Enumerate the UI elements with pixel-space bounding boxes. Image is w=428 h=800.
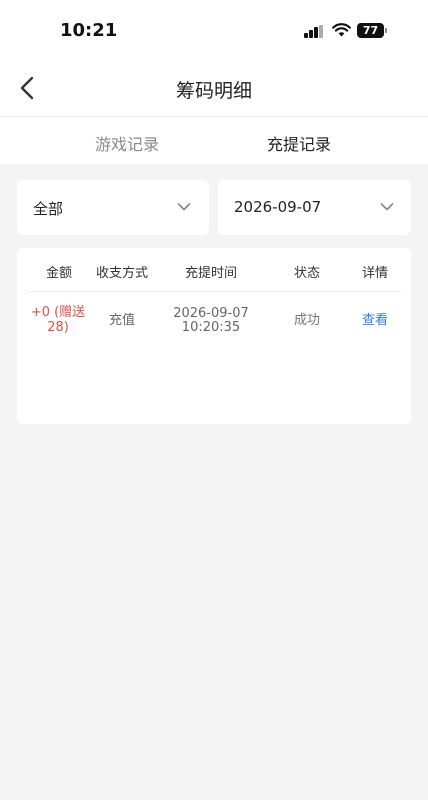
column-header-amount: 金额 [45, 266, 72, 281]
battery-level: 77 [357, 23, 384, 38]
records-table: 金额 收支方式 充提时间 状态 详情 +0 (赠送 28) 充值 2026-09… [17, 248, 411, 424]
row-time: 2026-09-07 10:20:35 [163, 307, 259, 335]
status-time: 10:21 [60, 20, 118, 41]
header-divider [27, 291, 401, 292]
row-date: 2026-09-07 [173, 306, 249, 321]
column-header-detail: 详情 [361, 266, 388, 281]
row-status: 成功 [293, 313, 320, 328]
tab-deposit-withdraw-records[interactable]: 充提记录 [219, 131, 379, 155]
back-arrow-icon[interactable] [16, 75, 40, 101]
battery-icon [385, 28, 387, 33]
row-amount-line1: +0 (赠送 [30, 305, 86, 320]
column-header-time: 充提时间 [184, 266, 237, 281]
column-header-status: 状态 [293, 266, 320, 281]
chevron-down-icon [380, 203, 394, 211]
row-amount: +0 (赠送 28) [27, 305, 89, 335]
page-title: 筹码明细 [175, 80, 252, 102]
date-filter-value: 2026-09-07 [234, 198, 322, 216]
nav-bar: 筹码明细 [0, 64, 428, 116]
column-header-method: 收支方式 [95, 266, 148, 281]
chevron-down-icon [177, 203, 191, 211]
tab-game-records[interactable]: 游戏记录 [47, 131, 207, 155]
type-filter-value: 全部 [33, 200, 64, 218]
record-tabs: 游戏记录 充提记录 [0, 116, 428, 164]
row-clock: 10:20:35 [181, 320, 241, 335]
row-method: 充值 [108, 313, 135, 328]
cellular-signal-icon [304, 25, 324, 38]
row-view-link[interactable]: 查看 [355, 313, 395, 328]
wifi-icon [332, 23, 351, 37]
date-filter-dropdown[interactable]: 2026-09-07 [218, 180, 411, 235]
type-filter-dropdown[interactable]: 全部 [17, 180, 209, 235]
status-bar: 10:21 77 [0, 0, 428, 64]
row-amount-line2: 28) [47, 320, 69, 335]
